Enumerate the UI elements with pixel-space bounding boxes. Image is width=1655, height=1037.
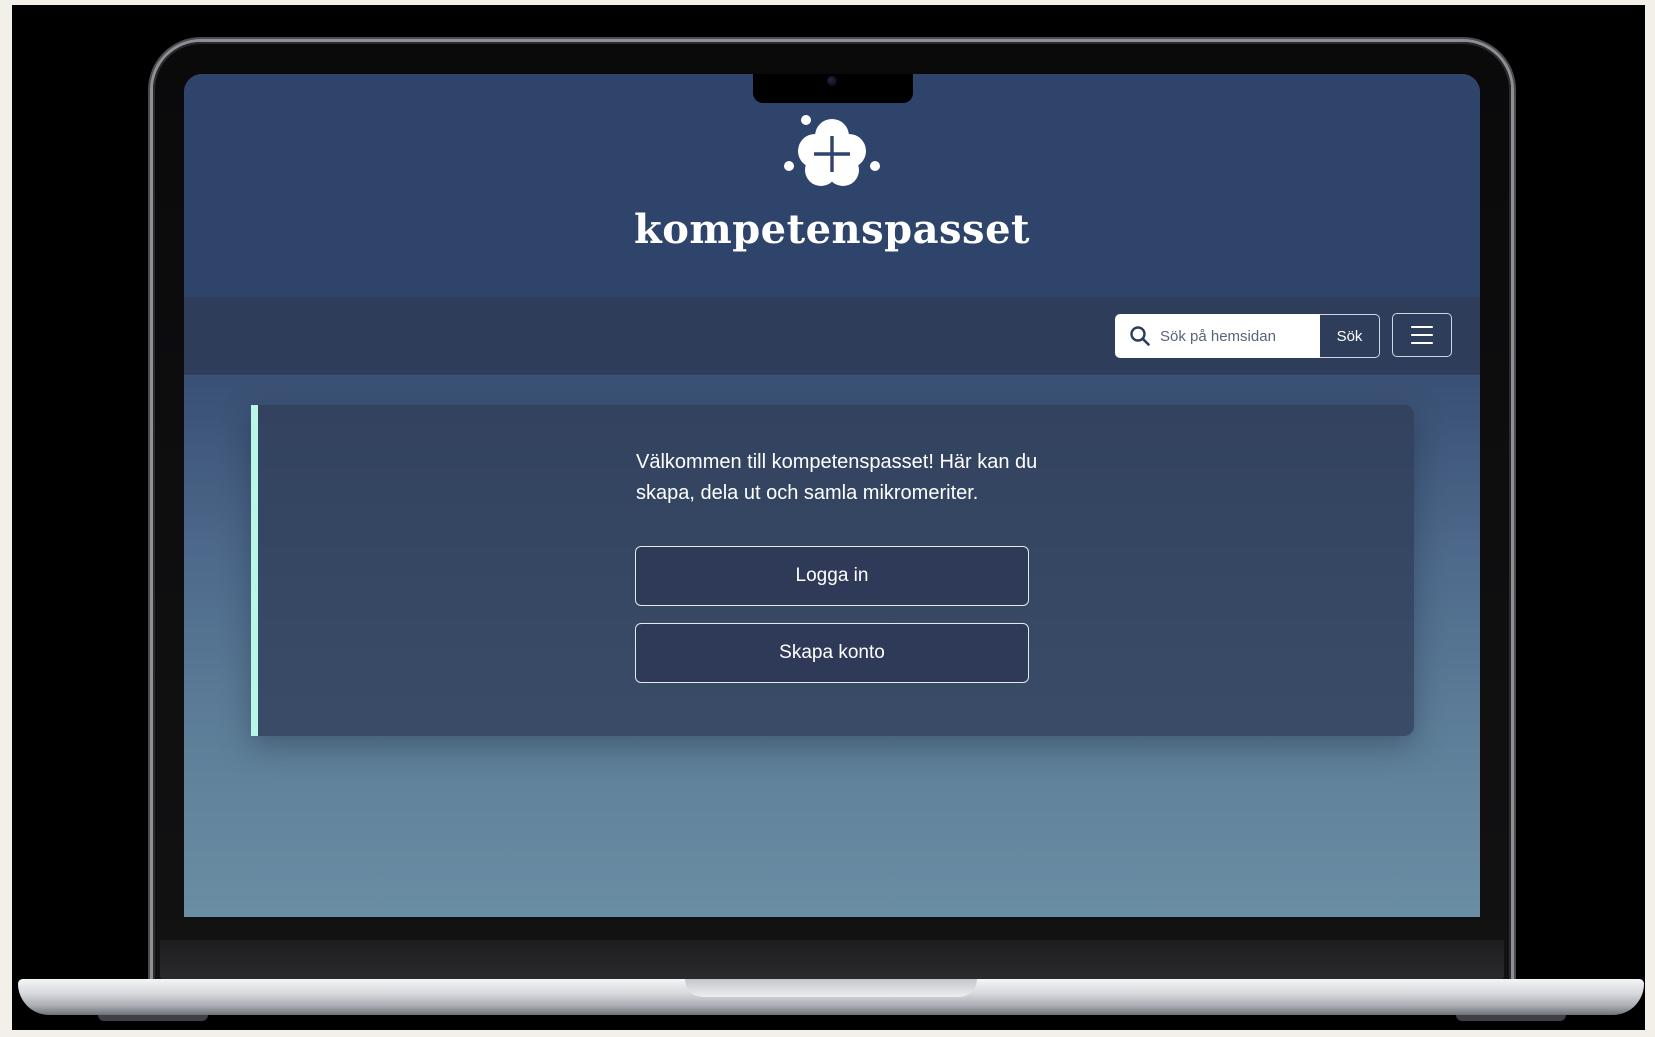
hamburger-menu-icon-bottom (1411, 342, 1433, 344)
page-edge-top (0, 0, 1655, 5)
search-button[interactable]: Sök (1320, 314, 1380, 358)
search-toolbar: Sök (184, 297, 1480, 376)
camera-icon (827, 76, 837, 86)
page-edge-left (0, 0, 12, 1037)
flower-plus-icon (784, 115, 880, 186)
laptop-screen: kompetenspasset Sök Välkommen till kompe… (184, 74, 1480, 917)
site-header: kompetenspasset (184, 74, 1480, 297)
card-accent-stripe (251, 405, 258, 736)
camera-notch (753, 74, 913, 103)
page-edge-right (1645, 0, 1655, 1037)
login-button[interactable]: Logga in (635, 546, 1029, 606)
hamburger-menu-icon-middle (1411, 334, 1433, 336)
search-icon (1130, 326, 1150, 346)
laptop-opening-notch (685, 979, 977, 997)
site-title: kompetenspasset (633, 206, 1030, 253)
laptop-foot-left (98, 1015, 208, 1021)
page-edge-bottom (0, 1030, 1655, 1037)
menu-button[interactable] (1392, 313, 1452, 357)
create-account-button[interactable]: Skapa konto (635, 623, 1029, 683)
hamburger-menu-icon (1411, 326, 1433, 328)
search-box (1115, 314, 1320, 358)
welcome-card: Välkommen till kompetenspasset! Här kan … (251, 405, 1414, 736)
welcome-message: Välkommen till kompetenspasset! Här kan … (636, 451, 1038, 504)
search-input[interactable] (1160, 314, 1310, 358)
laptop-foot-right (1456, 1015, 1566, 1021)
laptop-chin (160, 940, 1504, 980)
